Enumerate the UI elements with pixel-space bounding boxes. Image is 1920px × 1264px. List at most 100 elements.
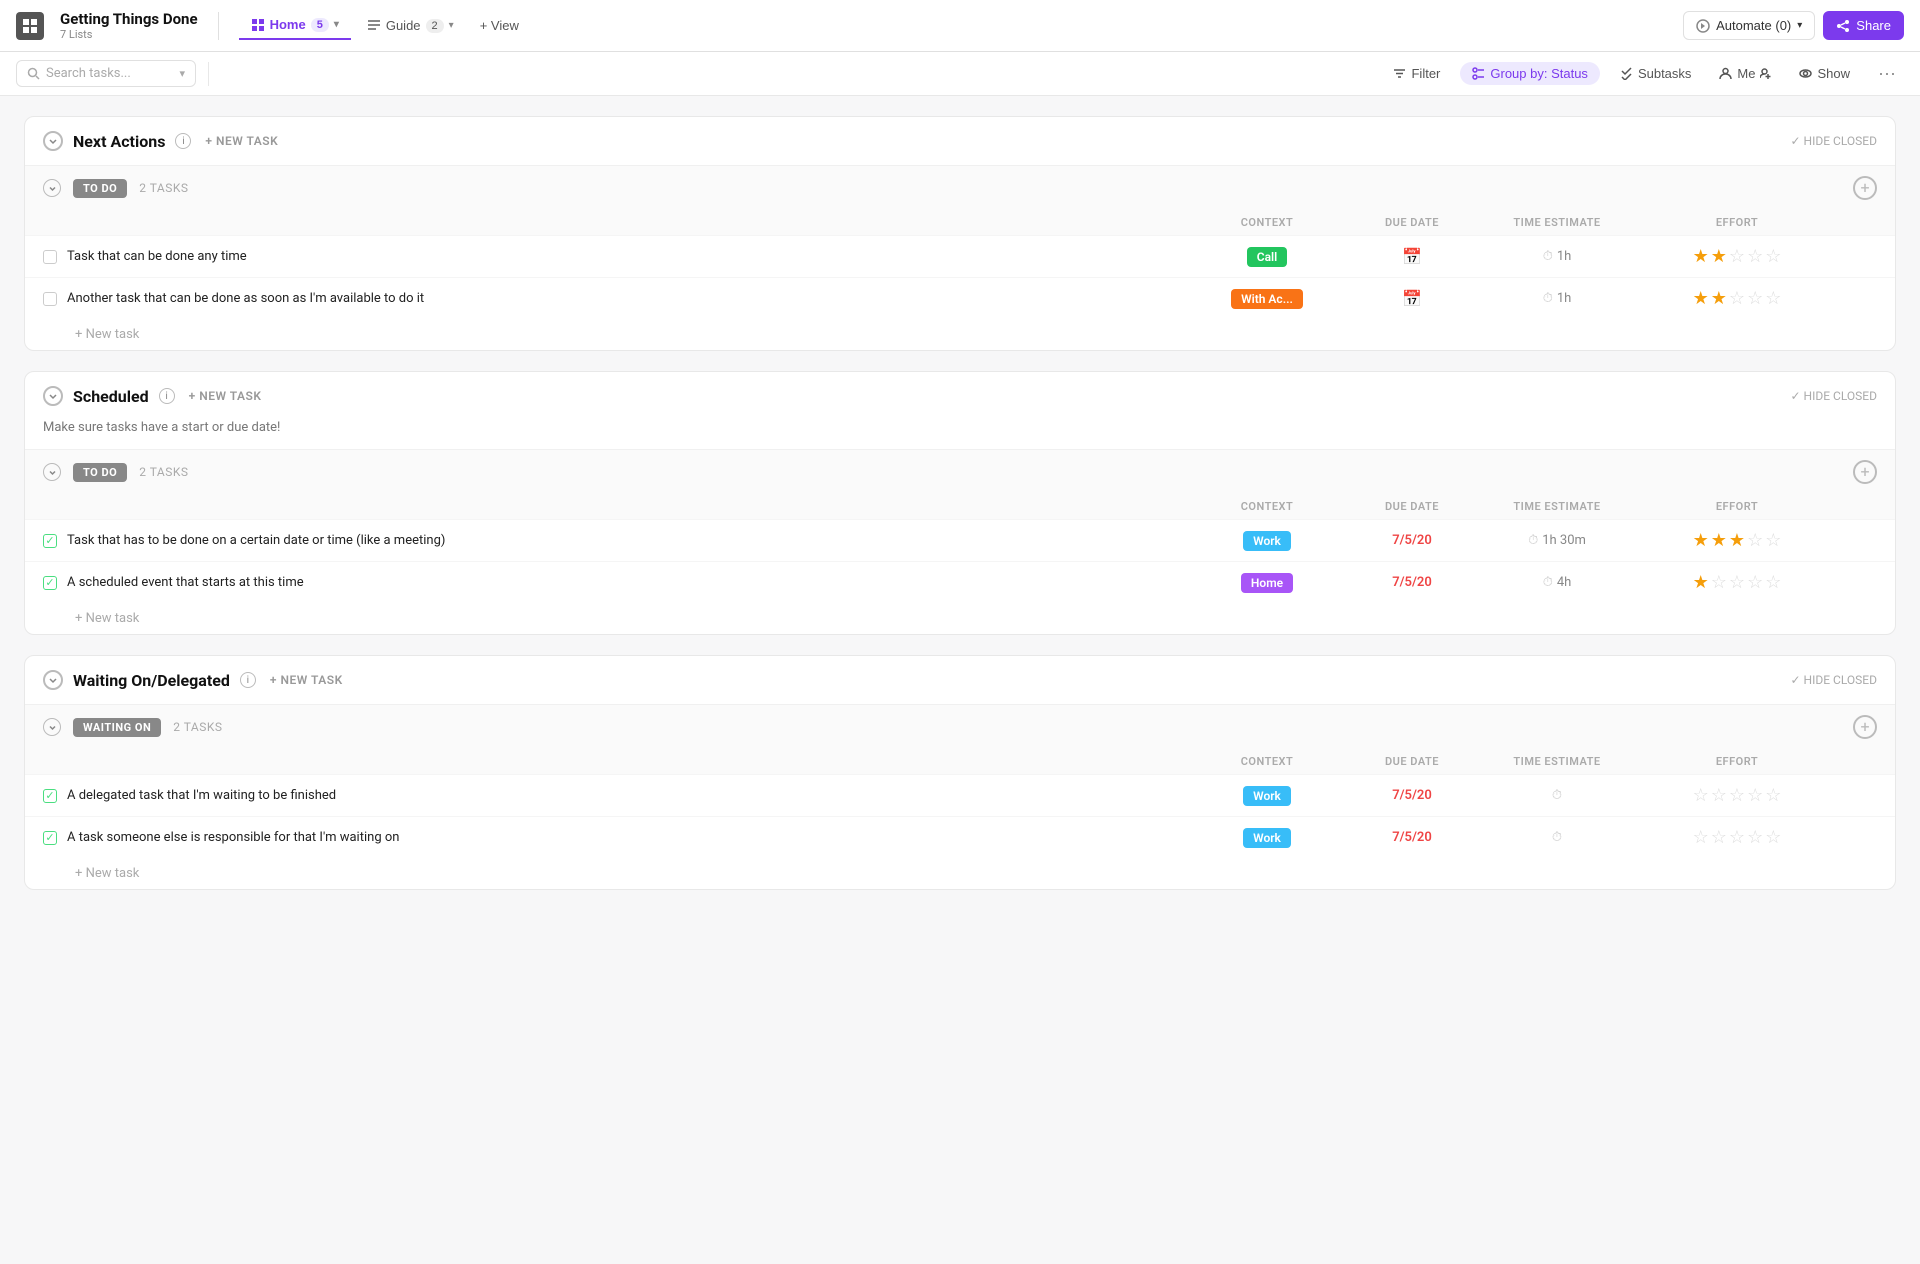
section-title: Next Actions	[73, 132, 165, 151]
section-info-icon[interactable]: i	[159, 388, 175, 404]
add-column-button[interactable]: +	[1853, 460, 1877, 484]
new-task-row[interactable]: + New task	[25, 858, 1895, 889]
section-scheduled: Scheduled i + NEW TASK ✓ HIDE CLOSED Mak…	[24, 371, 1896, 635]
me-button[interactable]: Me	[1711, 62, 1779, 85]
tab-guide[interactable]: Guide 2 ▾	[355, 12, 466, 39]
task-row: ✓ A delegated task that I'm waiting to b…	[25, 774, 1895, 816]
toolbar: Search tasks... ▾ Filter Group by: Statu…	[0, 52, 1920, 96]
section-toggle[interactable]	[43, 131, 63, 151]
context-tag[interactable]: Work	[1243, 531, 1291, 551]
context-tag[interactable]: Call	[1247, 247, 1288, 267]
stars: ☆☆☆☆☆	[1637, 785, 1837, 806]
due-date: 7/5/20	[1347, 575, 1477, 590]
add-column-button[interactable]: +	[1853, 715, 1877, 739]
task-row: ✓ A task someone else is responsible for…	[25, 816, 1895, 858]
app-icon	[16, 12, 44, 40]
time-estimate: ⏱ 1h 30m	[1477, 533, 1637, 548]
task-name: Task that can be done any time	[67, 249, 247, 264]
group-by-button[interactable]: Group by: Status	[1460, 62, 1600, 85]
column-headers: CONTEXT DUE DATE TIME ESTIMATE EFFORT	[25, 210, 1895, 235]
stars: ★★☆☆☆	[1637, 288, 1837, 309]
more-options-button[interactable]: ···	[1870, 59, 1904, 88]
context-tag[interactable]: Work	[1243, 786, 1291, 806]
task-checkbox[interactable]	[43, 292, 57, 306]
section-header: Next Actions i + NEW TASK ✓ HIDE CLOSED	[25, 117, 1895, 165]
due-date: 7/5/20	[1347, 533, 1477, 548]
section-new-task-button[interactable]: + NEW TASK	[270, 673, 343, 687]
tab-home[interactable]: Home 5 ▾	[239, 11, 351, 40]
task-checkbox[interactable]	[43, 250, 57, 264]
nav-right: Automate (0) ▾ Share	[1683, 11, 1904, 40]
section-info-icon[interactable]: i	[175, 133, 191, 149]
group-header: TO DO 2 TASKS +	[25, 450, 1895, 494]
hide-closed-button[interactable]: ✓ HIDE CLOSED	[1791, 673, 1878, 687]
section-info-icon[interactable]: i	[240, 672, 256, 688]
task-name: Task that has to be done on a certain da…	[67, 533, 445, 548]
new-task-row[interactable]: + New task	[25, 319, 1895, 350]
column-headers: CONTEXT DUE DATE TIME ESTIMATE EFFORT	[25, 494, 1895, 519]
task-name-cell: ✓ A task someone else is responsible for…	[43, 830, 1187, 845]
due-date: 📅	[1347, 289, 1477, 308]
automate-button[interactable]: Automate (0) ▾	[1683, 11, 1815, 40]
group-count: 2 TASKS	[173, 720, 222, 734]
group-count: 2 TASKS	[139, 465, 188, 479]
section-waiting: Waiting On/Delegated i + NEW TASK ✓ HIDE…	[24, 655, 1896, 890]
context-tag[interactable]: With Ac...	[1231, 289, 1303, 309]
app-title: Getting Things Done 7 Lists	[60, 10, 198, 41]
task-name-cell: ✓ A delegated task that I'm waiting to b…	[43, 788, 1187, 803]
section-description: Make sure tasks have a start or due date…	[25, 420, 1895, 449]
task-checkbox[interactable]: ✓	[43, 831, 57, 845]
main-content: Next Actions i + NEW TASK ✓ HIDE CLOSED …	[0, 96, 1920, 1264]
hide-closed-button[interactable]: ✓ HIDE CLOSED	[1791, 389, 1878, 403]
due-date: 📅	[1347, 247, 1477, 266]
section-toggle[interactable]	[43, 670, 63, 690]
subtasks-button[interactable]: Subtasks	[1612, 62, 1699, 85]
time-estimate: ⏱	[1477, 788, 1637, 803]
time-estimate: ⏱ 1h	[1477, 291, 1637, 306]
due-date: 7/5/20	[1347, 830, 1477, 845]
section-new-task-button[interactable]: + NEW TASK	[205, 134, 278, 148]
task-name-cell: Task that can be done any time	[43, 249, 1187, 264]
group-toggle[interactable]	[43, 179, 61, 197]
group-header: WAITING ON 2 TASKS +	[25, 705, 1895, 749]
context-cell: Work	[1187, 786, 1347, 806]
task-name-cell: ✓ Task that has to be done on a certain …	[43, 533, 1187, 548]
status-badge: TO DO	[73, 179, 127, 198]
search-box[interactable]: Search tasks... ▾	[16, 60, 196, 87]
task-row: Another task that can be done as soon as…	[25, 277, 1895, 319]
group-todo-1: TO DO 2 TASKS + CONTEXT DUE DATE TIME ES…	[25, 165, 1895, 350]
section-title: Waiting On/Delegated	[73, 671, 230, 690]
show-button[interactable]: Show	[1791, 62, 1858, 85]
add-view-button[interactable]: + View	[470, 12, 529, 39]
status-badge: TO DO	[73, 463, 127, 482]
context-tag[interactable]: Home	[1241, 573, 1293, 593]
filter-button[interactable]: Filter	[1385, 62, 1448, 85]
task-checkbox[interactable]: ✓	[43, 789, 57, 803]
context-cell: Work	[1187, 531, 1347, 551]
add-column-button[interactable]: +	[1853, 176, 1877, 200]
task-checkbox[interactable]: ✓	[43, 534, 57, 548]
new-task-row[interactable]: + New task	[25, 603, 1895, 634]
hide-closed-button[interactable]: ✓ HIDE CLOSED	[1791, 134, 1878, 148]
top-nav: Getting Things Done 7 Lists Home 5 ▾ Gui…	[0, 0, 1920, 52]
task-checkbox[interactable]: ✓	[43, 576, 57, 590]
column-headers: CONTEXT DUE DATE TIME ESTIMATE EFFORT	[25, 749, 1895, 774]
section-next-actions: Next Actions i + NEW TASK ✓ HIDE CLOSED …	[24, 116, 1896, 351]
context-tag[interactable]: Work	[1243, 828, 1291, 848]
time-estimate: ⏱ 4h	[1477, 575, 1637, 590]
task-name: A scheduled event that starts at this ti…	[67, 575, 304, 590]
nav-divider	[218, 12, 219, 40]
group-toggle[interactable]	[43, 718, 61, 736]
section-title: Scheduled	[73, 387, 149, 406]
task-name: A delegated task that I'm waiting to be …	[67, 788, 336, 803]
task-row: Task that can be done any time Call 📅 ⏱ …	[25, 235, 1895, 277]
due-date: 7/5/20	[1347, 788, 1477, 803]
task-row: ✓ Task that has to be done on a certain …	[25, 519, 1895, 561]
nav-tabs: Home 5 ▾ Guide 2 ▾ + View	[239, 11, 529, 40]
group-toggle[interactable]	[43, 463, 61, 481]
context-cell: With Ac...	[1187, 289, 1347, 309]
section-new-task-button[interactable]: + NEW TASK	[189, 389, 262, 403]
section-toggle[interactable]	[43, 386, 63, 406]
task-name-cell: ✓ A scheduled event that starts at this …	[43, 575, 1187, 590]
share-button[interactable]: Share	[1823, 11, 1904, 40]
